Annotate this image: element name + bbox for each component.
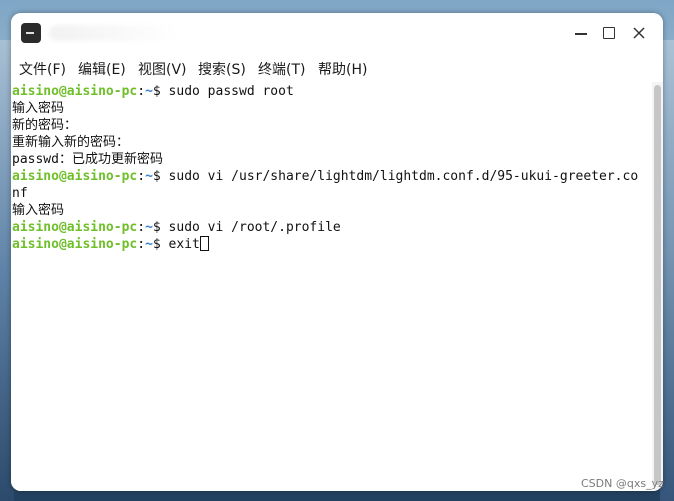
menu-edit[interactable]: 编辑(E) xyxy=(78,59,126,79)
prompt-symbol: $ xyxy=(152,84,169,99)
prompt-path: ~ xyxy=(145,237,153,252)
menu-view[interactable]: 视图(V) xyxy=(138,59,187,79)
menu-terminal[interactable]: 终端(T) xyxy=(258,59,305,79)
terminal-command-line: aisino@aisino-pc:~$ sudo vi /root/.profi… xyxy=(12,219,341,236)
title-bar[interactable] xyxy=(11,13,663,53)
prompt-colon: : xyxy=(137,169,146,184)
output-text: 新的密码： xyxy=(12,118,78,133)
window-title xyxy=(49,25,179,41)
output-text: 重新输入新的密码： xyxy=(12,135,130,150)
terminal-command-line: aisino@aisino-pc:~$ sudo passwd root xyxy=(12,83,294,100)
minimize-button[interactable] xyxy=(570,22,592,44)
command-text: sudo vi /usr/share/lightdm/lightdm.conf.… xyxy=(168,169,639,184)
scrollbar-thumb[interactable] xyxy=(654,85,661,485)
terminal-output-line: passwd：已成功更新密码 xyxy=(12,151,163,168)
prompt-symbol: $ xyxy=(152,220,169,235)
command-text: exit xyxy=(168,237,200,252)
prompt-path: ~ xyxy=(145,169,153,184)
menu-bar: 文件(F) 编辑(E) 视图(V) 搜索(S) 终端(T) 帮助(H) xyxy=(11,55,663,81)
prompt-path: ~ xyxy=(145,220,153,235)
menu-help[interactable]: 帮助(H) xyxy=(318,59,367,79)
prompt-user: aisino@aisino-pc xyxy=(12,237,138,252)
terminal-output-line: 重新输入新的密码： xyxy=(12,134,129,151)
output-text: passwd：已成功更新密码 xyxy=(12,152,163,167)
terminal-command-line: aisino@aisino-pc:~$ sudo vi /usr/share/l… xyxy=(12,168,638,185)
terminal-output-line: 输入密码 xyxy=(12,100,64,117)
output-text: nf xyxy=(12,186,28,201)
prompt-colon: : xyxy=(137,220,146,235)
terminal-output[interactable]: aisino@aisino-pc:~$ sudo passwd root 输入密码… xyxy=(11,82,652,491)
maximize-icon xyxy=(603,27,615,39)
command-text: sudo passwd root xyxy=(168,84,294,99)
close-icon xyxy=(633,27,645,39)
menu-file[interactable]: 文件(F) xyxy=(19,59,66,79)
prompt-user: aisino@aisino-pc xyxy=(12,84,138,99)
output-text: 输入密码 xyxy=(12,203,65,218)
output-text: 输入密码 xyxy=(12,101,65,116)
terminal-output-line: 新的密码： xyxy=(12,117,77,134)
prompt-colon: : xyxy=(137,84,146,99)
terminal-output-line: 输入密码 xyxy=(12,202,64,219)
prompt-user: aisino@aisino-pc xyxy=(12,169,138,184)
minimize-icon xyxy=(575,33,587,35)
watermark: CSDN @qxs_yz xyxy=(581,477,664,490)
command-text: sudo vi /root/.profile xyxy=(168,220,341,235)
prompt-user: aisino@aisino-pc xyxy=(12,220,138,235)
close-button[interactable] xyxy=(628,22,650,44)
terminal-app-icon xyxy=(21,23,41,43)
maximize-button[interactable] xyxy=(598,22,620,44)
terminal-command-line: aisino@aisino-pc:~$ exit xyxy=(12,236,209,253)
terminal-window: 文件(F) 编辑(E) 视图(V) 搜索(S) 终端(T) 帮助(H) aisi… xyxy=(11,13,663,491)
prompt-symbol: $ xyxy=(152,237,169,252)
menu-search[interactable]: 搜索(S) xyxy=(198,59,246,79)
text-cursor xyxy=(199,236,209,251)
prompt-path: ~ xyxy=(145,84,153,99)
terminal-output-line: nf xyxy=(12,185,28,202)
prompt-symbol: $ xyxy=(152,169,169,184)
prompt-colon: : xyxy=(137,237,146,252)
